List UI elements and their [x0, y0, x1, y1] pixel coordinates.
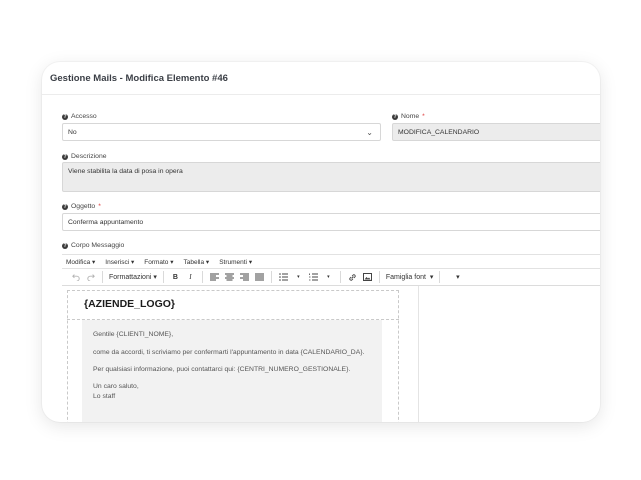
font-family-dropdown[interactable]: Famiglia font ▾ — [384, 270, 435, 284]
menu-formato[interactable]: Formato ▾ — [144, 258, 173, 266]
body-line-2: Per qualsiasi informazione, puoi contatt… — [93, 366, 351, 373]
menu-strumenti[interactable]: Strumenti ▾ — [219, 258, 252, 266]
closing-line-1: Un caro saluto, — [93, 383, 139, 390]
editor-menubar: Modifica ▾ Inserisci ▾ Formato ▾ Tabella… — [62, 254, 600, 268]
bullet-list-dropdown[interactable]: ▾ — [291, 270, 306, 284]
numbered-list-button[interactable] — [306, 270, 321, 284]
menu-modifica[interactable]: Modifica ▾ — [66, 258, 95, 266]
nome-label: ? Nome * — [392, 113, 425, 120]
numbered-list-dropdown[interactable]: ▾ — [321, 270, 336, 284]
link-icon — [349, 273, 356, 281]
undo-icon — [71, 274, 80, 281]
nome-field[interactable]: MODIFICA_CALENDARIO — [392, 123, 600, 141]
editor-content-area[interactable]: {AZIENDE_LOGO} Gentile {CLIENTI_NOME}, c… — [62, 286, 600, 422]
question-circle-icon: ? — [392, 113, 398, 120]
menu-tabella[interactable]: Tabella ▾ — [184, 258, 210, 266]
oggetto-label: ? Oggetto * — [62, 203, 101, 210]
toolbar-separator — [102, 271, 103, 283]
greeting-text: Gentile {CLIENTI_NOME}, — [93, 331, 174, 338]
numbered-list-icon — [308, 273, 318, 281]
page-title: Gestione Mails - Modifica Elemento #46 — [50, 73, 228, 84]
menu-inserisci[interactable]: Inserisci ▾ — [105, 258, 134, 266]
body-line-1: come da accordi, ti scriviamo per confer… — [93, 349, 365, 356]
align-left-icon — [209, 273, 219, 281]
bullet-list-icon — [279, 273, 288, 281]
insert-image-button[interactable] — [360, 270, 375, 284]
align-justify-icon — [254, 273, 264, 281]
undo-button[interactable] — [68, 270, 83, 284]
edit-mail-card: Gestione Mails - Modifica Elemento #46 ?… — [42, 62, 600, 422]
descrizione-textarea[interactable]: Viene stabilita la data di posa in opera — [62, 162, 600, 192]
redo-button[interactable] — [83, 270, 98, 284]
question-circle-icon: ? — [62, 113, 68, 120]
align-justify-button[interactable] — [252, 270, 267, 284]
formats-dropdown[interactable]: Formattazioni ▾ — [107, 270, 159, 284]
image-icon — [362, 273, 372, 281]
bullet-list-button[interactable] — [276, 270, 291, 284]
corpo-label: ? Corpo Messaggio — [62, 242, 125, 249]
title-divider — [42, 94, 600, 95]
logo-row: {AZIENDE_LOGO} — [67, 290, 399, 320]
align-right-icon — [239, 273, 249, 281]
logo-placeholder: {AZIENDE_LOGO} — [84, 298, 176, 310]
toolbar-separator — [162, 271, 164, 283]
message-body: Gentile {CLIENTI_NOME}, come da accordi,… — [82, 320, 382, 422]
accesso-select[interactable]: No ⌄ — [62, 123, 381, 141]
toolbar-separator — [339, 271, 341, 283]
align-right-button[interactable] — [237, 270, 252, 284]
question-circle-icon: ? — [62, 153, 68, 160]
oggetto-input[interactable]: Conferma appuntamento — [62, 213, 600, 231]
italic-button[interactable]: I — [183, 270, 198, 284]
toolbar-separator — [201, 271, 203, 283]
toolbar-separator — [439, 271, 441, 283]
align-center-button[interactable] — [222, 270, 237, 284]
font-size-dropdown[interactable]: ▾ — [450, 270, 465, 284]
descrizione-label: ? Descrizione — [62, 153, 107, 160]
toolbar-separator — [378, 271, 380, 283]
align-left-button[interactable] — [207, 270, 222, 284]
accesso-label: ? Accesso — [62, 113, 97, 120]
question-circle-icon: ? — [62, 242, 68, 249]
closing-line-2: Lo staff — [93, 393, 116, 400]
toolbar-separator — [270, 271, 272, 283]
chevron-down-icon: ⌄ — [366, 128, 373, 137]
editor-toolbar: Formattazioni ▾ B I ▾ ▾ Famiglia font ▾ … — [62, 268, 600, 286]
insert-link-button[interactable] — [345, 270, 360, 284]
editor-guide-line — [418, 286, 419, 422]
question-circle-icon: ? — [62, 203, 68, 210]
align-center-icon — [224, 273, 234, 281]
redo-icon — [86, 274, 95, 281]
bold-button[interactable]: B — [168, 270, 183, 284]
